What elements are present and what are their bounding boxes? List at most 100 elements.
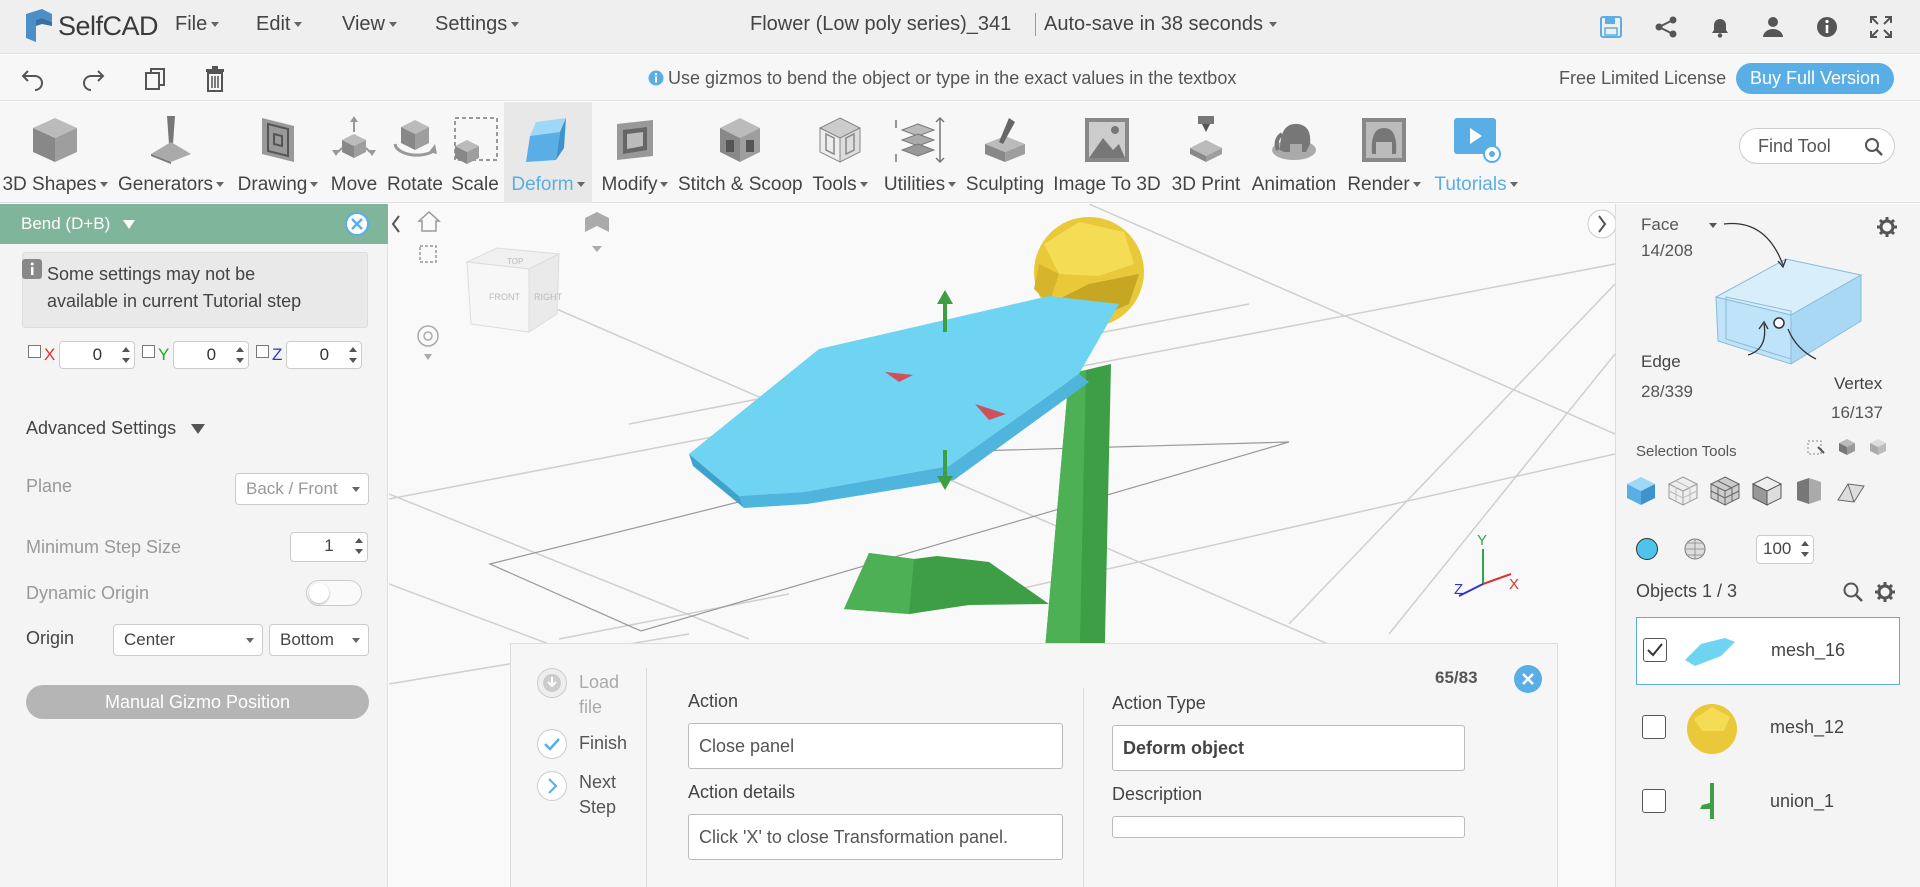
- menu-view[interactable]: View: [342, 13, 397, 36]
- object-item-mesh-16[interactable]: mesh_16: [1636, 617, 1900, 685]
- copy-icon[interactable]: [143, 66, 167, 92]
- select-box-icon[interactable]: [1806, 437, 1826, 457]
- axis-y-input[interactable]: 0: [173, 341, 250, 369]
- tool-generators[interactable]: Generators: [110, 102, 232, 203]
- tool-label: Tutorials: [1426, 174, 1526, 196]
- orbit-icon[interactable]: [417, 325, 439, 347]
- tool-stitch-scoop[interactable]: Stitch & Scoop: [678, 102, 803, 203]
- origin-select-2[interactable]: Bottom: [269, 624, 369, 656]
- tool-3d-print[interactable]: 3D Print: [1166, 102, 1246, 203]
- axis-x-input[interactable]: 0: [59, 341, 136, 369]
- undo-icon[interactable]: [20, 67, 46, 91]
- user-icon[interactable]: [1760, 14, 1786, 40]
- min-step-input[interactable]: 1: [290, 532, 368, 562]
- next-step-button[interactable]: [537, 771, 567, 801]
- origin-select-1[interactable]: Center: [113, 624, 263, 656]
- object-visibility-checkbox[interactable]: [1642, 715, 1666, 739]
- manual-gizmo-position-button[interactable]: Manual Gizmo Position: [26, 685, 369, 719]
- object-visibility-checkbox[interactable]: [1642, 789, 1666, 813]
- axis-z-checkbox[interactable]: [256, 344, 269, 358]
- panel-title[interactable]: Bend (D+B): [21, 214, 136, 234]
- select-mode-grid-icon[interactable]: [1708, 474, 1742, 508]
- close-panel-button[interactable]: [345, 212, 369, 236]
- select-mode-edge-icon[interactable]: [1792, 474, 1826, 508]
- trash-icon[interactable]: [203, 65, 227, 93]
- gear-icon[interactable]: [1874, 581, 1896, 603]
- tool-label: 3D Shapes: [0, 174, 110, 196]
- tool-move[interactable]: Move: [324, 102, 384, 203]
- tool-3d-shapes[interactable]: 3D Shapes: [0, 102, 110, 203]
- tool-drawing[interactable]: Drawing: [232, 102, 324, 203]
- select-object-icon[interactable]: [1837, 437, 1857, 457]
- finish-step[interactable]: Finish: [579, 731, 627, 756]
- document-title[interactable]: Flower (Low poly series)_341: [750, 13, 1011, 36]
- tool-scale[interactable]: Scale: [446, 102, 504, 203]
- app-logo[interactable]: SelfCAD: [22, 8, 159, 44]
- collapse-left-icon[interactable]: [391, 215, 400, 233]
- plane-select[interactable]: Back / Front: [235, 473, 369, 505]
- color-picker-swatch[interactable]: [1636, 538, 1658, 560]
- flower-petal-mesh[interactable]: [689, 296, 1119, 508]
- fullscreen-icon[interactable]: [1868, 14, 1894, 40]
- bell-icon[interactable]: [1707, 14, 1733, 40]
- select-mode-wireframe-icon[interactable]: [1666, 474, 1700, 508]
- object-item-union-1[interactable]: union_1: [1636, 769, 1900, 819]
- fit-view-icon[interactable]: [419, 245, 437, 263]
- spinner-icon[interactable]: [355, 538, 363, 554]
- search-icon[interactable]: [1864, 137, 1884, 157]
- tool-tutorials[interactable]: Tutorials: [1426, 102, 1526, 203]
- select-mode-object-icon[interactable]: [1624, 474, 1658, 508]
- menu-edit[interactable]: Edit: [256, 13, 302, 36]
- redo-icon[interactable]: [80, 67, 106, 91]
- search-icon[interactable]: [1842, 581, 1864, 603]
- close-tutorial-button[interactable]: [1514, 665, 1542, 693]
- share-icon[interactable]: [1653, 14, 1679, 40]
- texture-sphere-icon[interactable]: [1682, 536, 1708, 562]
- load-file-button[interactable]: [537, 668, 567, 698]
- dynamic-origin-toggle[interactable]: [306, 580, 362, 606]
- spinner-icon[interactable]: [1801, 541, 1809, 557]
- select-mode-face-icon[interactable]: [1750, 474, 1784, 508]
- select-mode-plane-icon[interactable]: [1834, 474, 1868, 508]
- menu-settings[interactable]: Settings: [435, 13, 519, 36]
- tool-utilities[interactable]: Utilities: [878, 102, 962, 203]
- main-toolbar: 3D Shapes Generators Drawing Move Rotate…: [0, 102, 1920, 203]
- buy-full-version-button[interactable]: Buy Full Version: [1736, 63, 1894, 94]
- perspective-icon[interactable]: [585, 212, 609, 232]
- spinner-icon[interactable]: [236, 347, 245, 363]
- object-visibility-checkbox[interactable]: [1643, 638, 1667, 662]
- axis-x-checkbox[interactable]: [28, 344, 41, 358]
- axis-y-checkbox[interactable]: [142, 344, 155, 358]
- object-item-mesh-12[interactable]: mesh_12: [1636, 695, 1900, 763]
- info-icon[interactable]: [1814, 14, 1840, 40]
- menu-file[interactable]: File: [175, 13, 219, 36]
- select-group-icon[interactable]: [1868, 437, 1888, 457]
- finish-button[interactable]: [537, 729, 567, 759]
- next-step-label[interactable]: Next Step: [579, 770, 616, 820]
- tool-image-to-3d[interactable]: Image To 3D: [1048, 102, 1166, 203]
- view-cube[interactable]: FRONT RIGHT TOP: [465, 247, 563, 333]
- view-cube-right-label: RIGHT: [534, 292, 563, 302]
- tool-animation[interactable]: Animation: [1246, 102, 1342, 203]
- opacity-input[interactable]: 100: [1756, 535, 1814, 564]
- tool-rotate[interactable]: Rotate: [384, 102, 446, 203]
- home-view-icon[interactable]: [417, 210, 441, 232]
- advanced-settings-toggle[interactable]: Advanced Settings: [26, 418, 206, 439]
- tool-tools[interactable]: Tools: [802, 102, 878, 203]
- spinner-icon[interactable]: [349, 347, 358, 363]
- tool-deform[interactable]: Deform: [504, 102, 592, 203]
- action-details-label: Action details: [688, 782, 796, 802]
- 3d-print-icon: [1190, 116, 1222, 162]
- object-thumbnail-bud: [1687, 704, 1737, 754]
- tool-modify[interactable]: Modify: [592, 102, 678, 203]
- description-label: Description: [1112, 784, 1203, 804]
- find-tool-input[interactable]: Find Tool: [1739, 128, 1895, 164]
- tool-render[interactable]: Render: [1342, 102, 1426, 203]
- save-icon[interactable]: [1598, 14, 1624, 40]
- spinner-icon[interactable]: [122, 347, 131, 363]
- tool-sculpting[interactable]: Sculpting: [962, 102, 1048, 203]
- rotate-icon: [393, 120, 437, 157]
- autosave-status[interactable]: Auto-save in 38 seconds: [1035, 13, 1277, 36]
- axis-x-value: 0: [92, 345, 103, 364]
- axis-z-input[interactable]: 0: [286, 341, 363, 369]
